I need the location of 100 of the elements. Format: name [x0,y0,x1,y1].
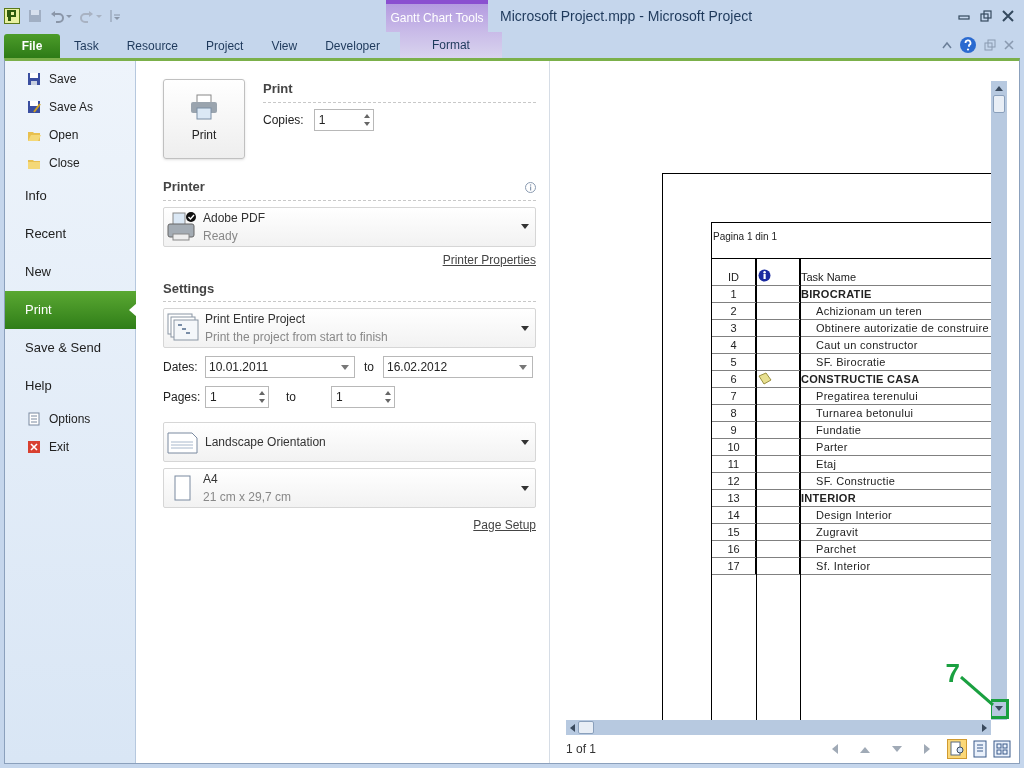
previous-page-icon[interactable] [860,745,870,753]
scroll-left-icon [569,723,575,732]
dropdown-arrow-icon [521,439,529,445]
next-page-icon[interactable] [892,745,902,753]
dropdown-arrow-icon [521,485,529,491]
ribbon-tab[interactable]: Resource [112,34,193,58]
sidebar-item[interactable]: Info [5,177,135,215]
section-heading: Settings [163,278,536,302]
single-page-icon[interactable] [971,740,989,758]
sidebar-item[interactable]: Help [5,367,135,405]
sidebar-item[interactable]: Print [5,291,136,329]
table-cell: 17 [712,558,756,574]
table-cell: 1 [712,286,756,302]
paper-size-dropdown[interactable]: A4 21 cm x 29,7 cm [163,468,536,508]
table-cell: 3 [712,320,756,336]
ribbon-tab[interactable]: Developer [311,34,394,58]
table-cell-text: Caut un constructor [815,338,918,353]
restore-window-icon[interactable] [984,39,996,51]
table-cell: 11 [712,456,756,472]
spinner-arrows-icon [384,390,392,404]
ribbon-tab[interactable]: View [257,34,312,58]
table-cell-text: SF. Birocratie [815,355,886,370]
page-spinner[interactable]: 1 [331,386,395,408]
copies-spinner[interactable]: 1 [313,108,374,131]
ribbon-tab[interactable]: Project [192,34,258,58]
table-cell: 6 [712,371,756,387]
undo-icon[interactable] [50,9,72,23]
vertical-scrollbar[interactable] [991,81,1007,720]
sidebar-item[interactable]: Exit [5,433,135,461]
callout-label: 7 [945,657,960,690]
zoom-page-icon[interactable] [947,739,967,759]
sidebar-item[interactable]: Open [5,121,135,149]
save-icon[interactable] [28,9,42,23]
printer-icon [167,210,197,243]
table-cell: 8 [712,405,756,421]
scroll-thumb[interactable] [578,721,594,734]
date-dropdown[interactable]: 16.02.2012 [383,356,533,378]
table-cell: 12 [712,473,756,489]
table-cell: 10 [712,439,756,455]
collapse-ribbon-icon[interactable] [942,41,952,49]
table-cell: 2 [712,303,756,319]
table-cell-text: Obtinere autorizatie de construire [815,321,989,336]
table-cell: 15 [712,524,756,540]
table-cell-text: Design Interior [815,508,893,523]
exit-icon [27,440,41,454]
last-page-icon[interactable] [924,744,931,754]
save-as-icon [27,100,41,114]
dropdown-arrow-icon [341,364,349,370]
first-page-icon[interactable] [831,744,838,754]
table-cell: 16 [712,541,756,557]
table-cell-text: BIROCRATIE [800,287,872,302]
sidebar-item[interactable]: Save As [5,93,135,121]
info-icon [525,181,536,193]
app-logo-icon [4,8,20,24]
table-cell: 4 [712,337,756,353]
table-cell-text: Fundatie [815,423,862,438]
table-cell-text: Zugravit [815,525,859,540]
close-icon[interactable] [1002,10,1014,22]
print-range-dropdown[interactable]: Print Entire Project Print the project from start to finish [163,308,536,348]
scroll-down-icon[interactable] [995,706,1003,712]
sidebar-item[interactable]: New [5,253,135,291]
landscape-page-icon [167,430,199,454]
spinner-arrows-icon [362,112,371,127]
printer-dropdown[interactable]: Adobe PDF Ready [163,206,536,247]
orientation-dropdown[interactable]: Landscape Orientation [163,422,536,462]
sidebar-item[interactable]: Options [5,405,135,433]
table-cell-text: Turnarea betonului [815,406,914,421]
sidebar-item[interactable]: Recent [5,215,135,253]
redo-icon[interactable] [80,9,102,23]
table-cell: 14 [712,507,756,523]
window-title: Microsoft Project.mpp - Microsoft Project [500,6,753,26]
ribbon-tab[interactable]: Task [60,34,113,58]
sidebar-item[interactable]: Close [5,149,135,177]
page-setup-link[interactable]: Page Setup [473,516,536,534]
scroll-up-icon [995,85,1003,91]
section-heading: Printer [163,178,205,196]
page-spinner[interactable]: 1 [205,386,269,408]
dropdown-arrow-icon [519,364,527,370]
printer-icon [190,94,218,120]
table-cell-text: Parchet [815,542,856,557]
sidebar-item[interactable]: Save & Send [5,329,135,367]
horizontal-scrollbar[interactable] [566,720,991,735]
sidebar-item[interactable]: Save [5,65,135,93]
close-window-icon[interactable] [1004,40,1014,50]
save-icon [27,72,41,86]
customize-toolbar-icon[interactable] [110,9,120,23]
multiple-pages-icon[interactable] [993,740,1011,758]
scroll-thumb[interactable] [993,95,1005,113]
to-label: to [364,359,374,376]
table-cell-text: Etaj [815,457,837,472]
ribbon-tab[interactable]: File [4,34,60,58]
scroll-right-icon [982,723,988,732]
table-cell: 7 [712,388,756,404]
print-button[interactable]: Print [163,79,245,159]
printer-properties-link[interactable]: Printer Properties [442,250,536,269]
ribbon-tab[interactable]: Format [399,32,502,58]
date-dropdown[interactable]: 10.01.2011 [205,356,355,378]
table-cell-text: CONSTRUCTIE CASA [800,372,920,387]
help-icon[interactable] [960,37,976,53]
restore-icon[interactable] [980,10,992,22]
